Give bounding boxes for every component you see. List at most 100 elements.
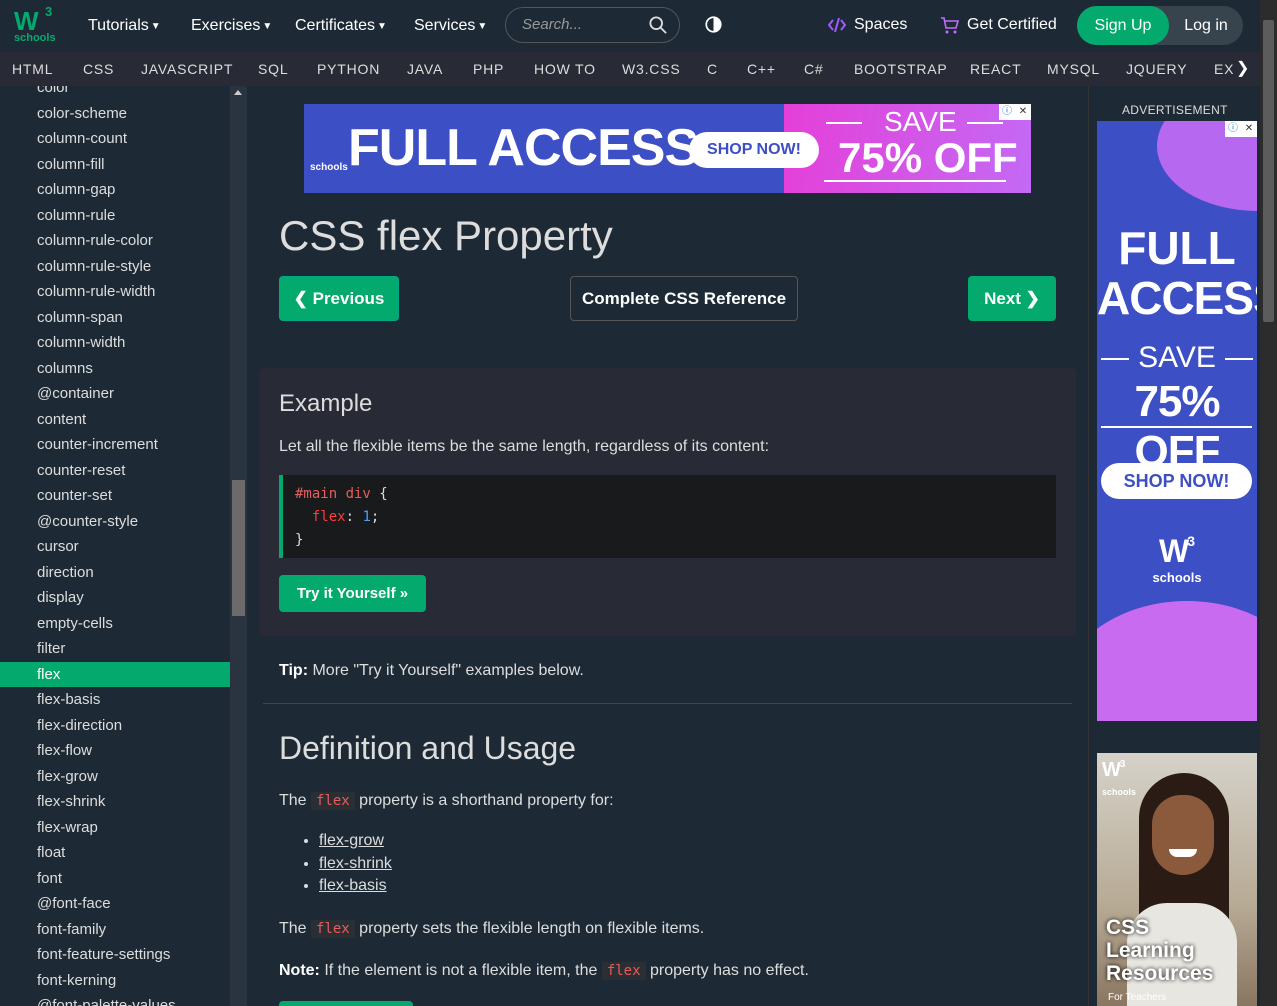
next-example-button[interactable]: [279, 1001, 413, 1006]
ad-close-icon[interactable]: ✕: [1242, 122, 1256, 136]
sidebar-item[interactable]: flex-direction: [0, 713, 230, 738]
sidebar-item[interactable]: float: [0, 840, 230, 865]
ad-close-icon[interactable]: ✕: [1016, 105, 1030, 119]
sidebar-item[interactable]: column-fill: [0, 152, 230, 177]
list-item: flex-shrink: [319, 855, 392, 878]
chevron-right-icon[interactable]: ❯: [1236, 58, 1250, 78]
subnav-item-bootstrap[interactable]: BOOTSTRAP: [854, 61, 948, 77]
sidebar-scroll-thumb[interactable]: [232, 480, 245, 616]
sidebar-item[interactable]: font-feature-settings: [0, 942, 230, 967]
sidebar-item[interactable]: font-kerning: [0, 968, 230, 993]
vad-shop-button[interactable]: SHOP NOW!: [1101, 463, 1252, 499]
sidebar-item[interactable]: column-rule: [0, 203, 230, 228]
sidebar-item[interactable]: counter-increment: [0, 432, 230, 457]
scroll-up-icon[interactable]: [234, 90, 242, 95]
sidebar-item[interactable]: @font-palette-values: [0, 993, 230, 1006]
vertical-ad[interactable]: FULL ACCESS SAVE 75% OFF SHOP NOW! W3 sc…: [1097, 121, 1257, 721]
ad-choices[interactable]: ⓘ ✕: [1225, 121, 1257, 137]
menu-certificates[interactable]: Certificates ▼: [295, 0, 387, 52]
vad-logo-sup: 3: [1187, 533, 1195, 549]
top-ad-banner[interactable]: FULL ACCESS SHOP NOW! SAVE 75% OFF schoo…: [304, 104, 1031, 193]
subnav-item-css[interactable]: CSS: [83, 61, 114, 77]
subnav-item-jquery[interactable]: JQUERY: [1126, 61, 1187, 77]
ad-choices[interactable]: ⓘ ✕: [999, 104, 1031, 120]
menu-exercises[interactable]: Exercises ▼: [191, 0, 272, 52]
sidebar-item[interactable]: font: [0, 866, 230, 891]
menu-tutorials-label: Tutorials: [88, 17, 149, 34]
menu-services[interactable]: Services ▼: [414, 0, 487, 52]
sidebar-item[interactable]: @counter-style: [0, 509, 230, 534]
sidebar-item[interactable]: column-rule-width: [0, 279, 230, 304]
para-text: property sets the flexible length on fle…: [354, 920, 705, 937]
sidebar-item[interactable]: flex: [0, 661, 230, 687]
page-scroll-thumb[interactable]: [1263, 20, 1274, 322]
link-flex-grow[interactable]: flex-grow: [319, 832, 384, 849]
menu-tutorials[interactable]: Tutorials ▼: [88, 0, 161, 52]
sidebar-item[interactable]: color: [0, 86, 230, 100]
subnav-item-html[interactable]: HTML: [12, 61, 53, 77]
page-scrollbar[interactable]: [1260, 0, 1277, 1006]
subnav-item-mysql[interactable]: MYSQL: [1047, 61, 1100, 77]
sidebar-item[interactable]: column-width: [0, 330, 230, 355]
get-certified-link[interactable]: Get Certified: [940, 16, 1057, 34]
subnav-item-javascript[interactable]: JAVASCRIPT: [141, 61, 233, 77]
get-certified-label: Get Certified: [967, 16, 1057, 33]
sidebar-item[interactable]: flex-basis: [0, 687, 230, 712]
try-it-yourself-button[interactable]: Try it Yourself »: [279, 575, 426, 612]
subnav-item-excel[interactable]: EX: [1214, 61, 1234, 77]
sidebar-item[interactable]: empty-cells: [0, 611, 230, 636]
sign-up-button[interactable]: Sign Up: [1077, 6, 1169, 45]
sidebar-item[interactable]: @container: [0, 381, 230, 406]
sidebar-item[interactable]: column-rule-color: [0, 228, 230, 253]
sidebar-item[interactable]: counter-reset: [0, 458, 230, 483]
search-input[interactable]: [522, 16, 647, 33]
sidebar-item[interactable]: columns: [0, 356, 230, 381]
sidebar-item[interactable]: column-span: [0, 305, 230, 330]
sidebar-item[interactable]: flex-flow: [0, 738, 230, 763]
note-label: Note:: [279, 962, 320, 979]
link-flex-basis[interactable]: flex-basis: [319, 877, 387, 894]
para-text: If the element is not a flexible item, t…: [319, 962, 602, 979]
sidebar-item[interactable]: column-rule-style: [0, 254, 230, 279]
banner-shop-button[interactable]: SHOP NOW!: [689, 132, 819, 168]
auth-pill: Sign Up Log in: [1077, 6, 1243, 45]
sidebar-item[interactable]: display: [0, 585, 230, 610]
sidebar-scrollbar[interactable]: [230, 86, 247, 1006]
ad-info-icon[interactable]: ⓘ: [1226, 122, 1240, 136]
search-icon[interactable]: [649, 16, 667, 34]
sidebar-item[interactable]: font-family: [0, 917, 230, 942]
spaces-link[interactable]: Spaces: [828, 16, 907, 34]
sidebar-item[interactable]: flex-grow: [0, 764, 230, 789]
sidebar-item[interactable]: filter: [0, 636, 230, 661]
sidebar-item[interactable]: column-count: [0, 126, 230, 151]
subnav-item-react[interactable]: REACT: [970, 61, 1021, 77]
sidebar-item[interactable]: cursor: [0, 534, 230, 559]
sidebar-item[interactable]: column-gap: [0, 177, 230, 202]
subnav-item-php[interactable]: PHP: [473, 61, 504, 77]
subnav-item-cpp[interactable]: C++: [747, 61, 776, 77]
sidebar-item[interactable]: flex-wrap: [0, 815, 230, 840]
subnav-item-java[interactable]: JAVA: [407, 61, 443, 77]
subnav-item-howto[interactable]: HOW TO: [534, 61, 596, 77]
subnav-item-w3css[interactable]: W3.CSS: [622, 61, 680, 77]
subnav-item-python[interactable]: PYTHON: [317, 61, 380, 77]
subnav-item-sql[interactable]: SQL: [258, 61, 288, 77]
subnav-item-csharp[interactable]: C#: [804, 61, 824, 77]
example-heading: Example: [279, 390, 373, 417]
sidebar-item[interactable]: counter-set: [0, 483, 230, 508]
css-reference-button[interactable]: Complete CSS Reference: [570, 276, 798, 321]
next-button[interactable]: Next ❯: [968, 276, 1056, 321]
link-flex-shrink[interactable]: flex-shrink: [319, 855, 392, 872]
sidebar-item[interactable]: color-scheme: [0, 101, 230, 126]
log-in-button[interactable]: Log in: [1169, 6, 1243, 45]
previous-button[interactable]: ❮ Previous: [279, 276, 399, 321]
photo-ad[interactable]: W3 schools CSS Learning Resources For Te…: [1097, 753, 1257, 1006]
sidebar-item[interactable]: direction: [0, 560, 230, 585]
sidebar-item[interactable]: flex-shrink: [0, 789, 230, 814]
sidebar-item[interactable]: content: [0, 407, 230, 432]
theme-toggle-icon[interactable]: [705, 16, 722, 33]
subnav-item-c[interactable]: C: [707, 61, 718, 77]
sidebar-item[interactable]: @font-face: [0, 891, 230, 916]
w3schools-logo[interactable]: W 3 schools: [12, 4, 58, 46]
ad-info-icon[interactable]: ⓘ: [1000, 105, 1014, 119]
